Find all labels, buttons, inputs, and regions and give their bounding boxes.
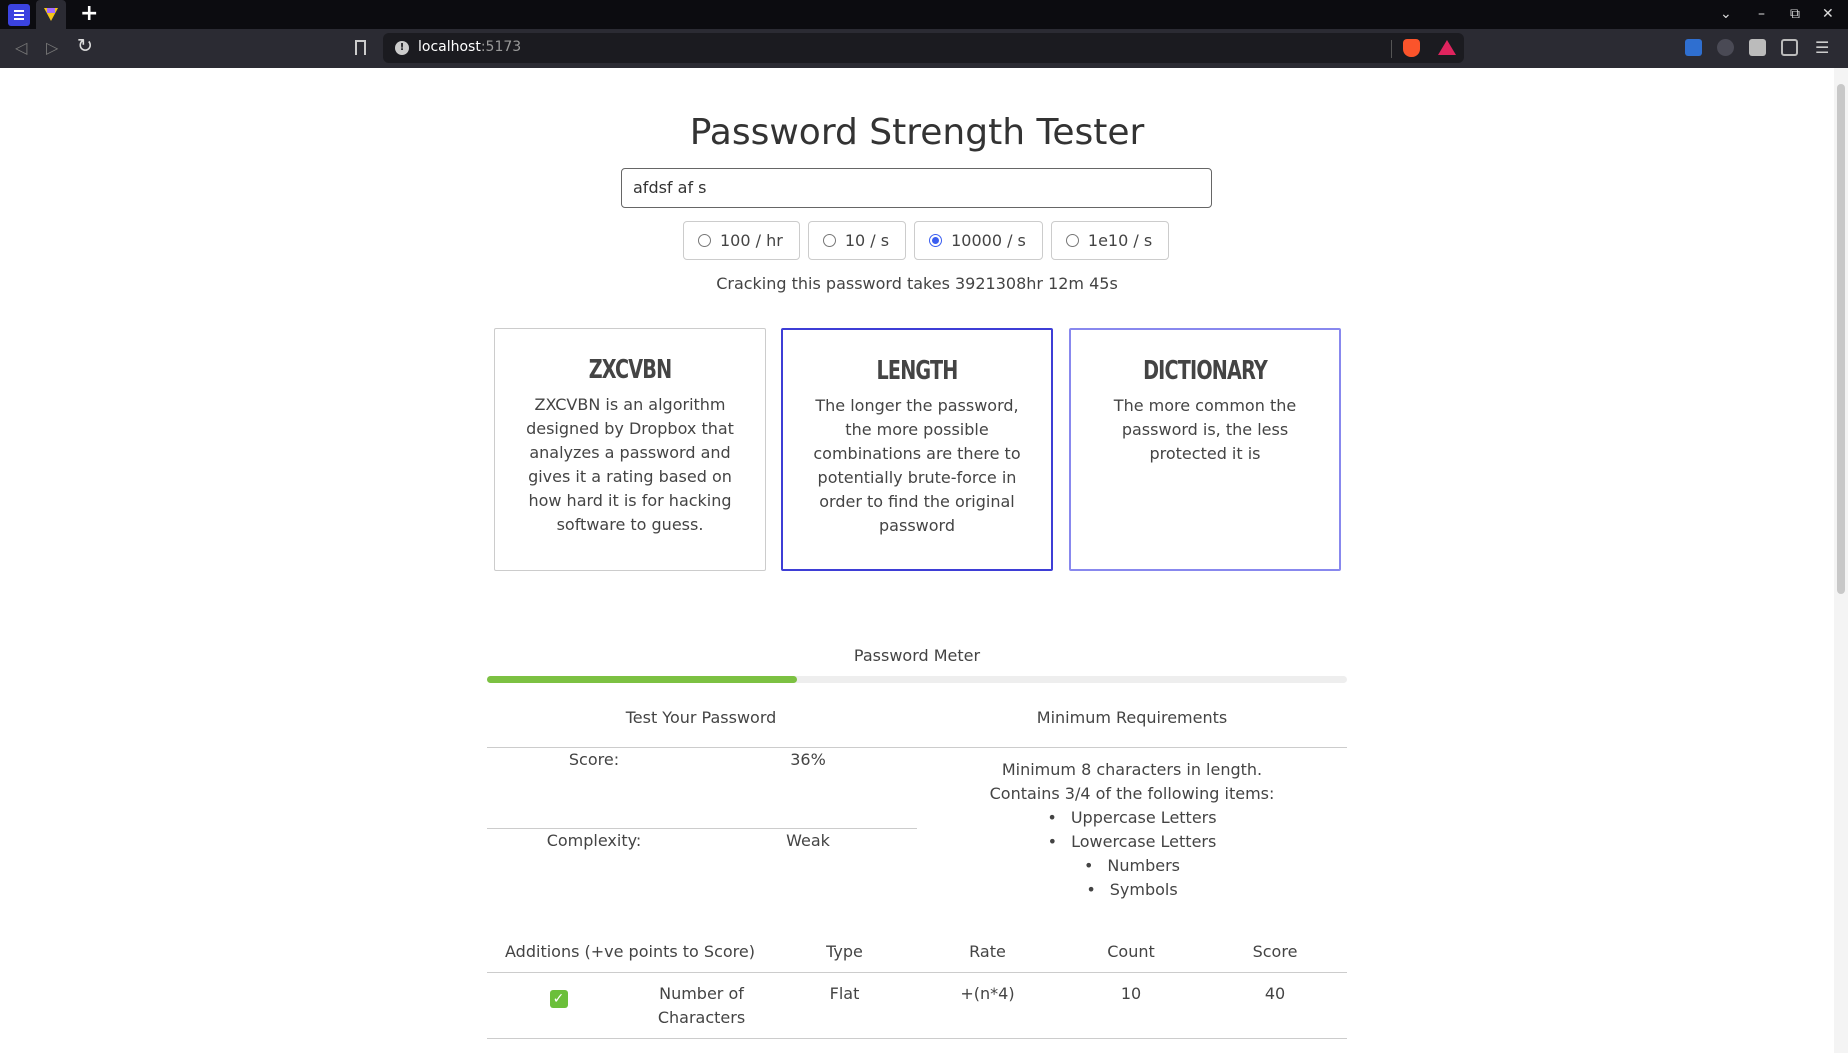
requirement-item: Numbers bbox=[917, 854, 1347, 878]
requirement-item: Symbols bbox=[917, 878, 1347, 902]
rate-options: 100 / hr 10 / s 10000 / s 1e10 / s bbox=[683, 221, 1170, 260]
card-zxcvbn[interactable]: ZXCVBN ZXCVBN is an algorithm designed b… bbox=[494, 328, 766, 571]
forward-icon[interactable]: ▷ bbox=[46, 37, 58, 59]
score-value: 36% bbox=[790, 750, 826, 769]
score-label: Score: bbox=[568, 750, 620, 769]
reload-icon[interactable]: ↻ bbox=[77, 35, 93, 57]
radio-button[interactable] bbox=[698, 234, 711, 247]
wallet-icon[interactable] bbox=[1781, 39, 1798, 56]
rate-label: 10 / s bbox=[844, 231, 890, 250]
rate-option-10000-s[interactable]: 10000 / s bbox=[914, 221, 1043, 260]
extension-folder-icon[interactable] bbox=[1685, 39, 1702, 56]
page-title: Password Strength Tester bbox=[689, 112, 1145, 153]
vite-icon bbox=[44, 8, 58, 21]
card-dictionary[interactable]: DICTIONARY The more common the password … bbox=[1069, 328, 1341, 571]
page-scrollbar[interactable] bbox=[1834, 68, 1848, 1053]
rate-option-100-hr[interactable]: 100 / hr bbox=[683, 221, 800, 260]
rate-option-1e10-s[interactable]: 1e10 / s bbox=[1050, 221, 1170, 260]
complexity-value: Weak bbox=[786, 831, 830, 850]
url-text: localhost:5173 bbox=[418, 39, 521, 55]
card-title: LENGTH bbox=[876, 356, 959, 386]
rate-label: 1e10 / s bbox=[1087, 231, 1153, 250]
page-content: Password Strength Tester afdsf af s 100 … bbox=[0, 68, 1848, 1053]
row-name: Number of Characters bbox=[657, 984, 746, 1027]
table-header-additions: Additions (+ve points to Score) bbox=[505, 942, 755, 961]
docs-tab-icon[interactable] bbox=[8, 4, 30, 26]
close-icon[interactable]: ✕ bbox=[1822, 5, 1834, 23]
active-tab[interactable] bbox=[36, 0, 66, 29]
radio-button[interactable] bbox=[1065, 234, 1079, 247]
rate-label: 100 / hr bbox=[720, 231, 783, 250]
menu-icon[interactable]: ☰ bbox=[1815, 39, 1832, 56]
minimize-icon[interactable]: – bbox=[1758, 5, 1765, 23]
url-port: :5173 bbox=[480, 39, 522, 55]
bookmark-icon[interactable] bbox=[355, 40, 366, 55]
divider bbox=[487, 1038, 1347, 1039]
requirement-item: Lowercase Letters bbox=[917, 830, 1347, 854]
radio-button-selected[interactable] bbox=[929, 234, 943, 247]
maximize-icon[interactable]: ⧉ bbox=[1790, 5, 1800, 23]
brave-shields-icon[interactable] bbox=[1403, 39, 1420, 57]
extensions-puzzle-icon[interactable] bbox=[1749, 39, 1766, 56]
divider bbox=[487, 747, 1347, 748]
card-length[interactable]: LENGTH The longer the password, the more… bbox=[781, 328, 1053, 571]
crack-time-text: Cracking this password takes 3921308hr 1… bbox=[716, 274, 1118, 293]
radio-button[interactable] bbox=[822, 234, 836, 247]
meter-fill bbox=[487, 676, 797, 683]
requirements-heading: Minimum Requirements bbox=[1036, 708, 1228, 727]
info-icon[interactable]: ! bbox=[395, 41, 409, 55]
requirement-line: Contains 3/4 of the following items: bbox=[989, 784, 1275, 803]
complexity-label: Complexity: bbox=[546, 831, 642, 850]
check-cell: ✓ bbox=[487, 986, 630, 1010]
rate-label: 10000 / s bbox=[951, 231, 1026, 250]
card-text: ZXCVBN is an algorithm designed by Dropb… bbox=[526, 395, 734, 534]
row-score: 40 bbox=[1264, 984, 1286, 1003]
password-meter bbox=[487, 676, 1347, 683]
address-bar[interactable]: ! localhost:5173 bbox=[383, 33, 1464, 63]
extension-glasses-icon[interactable] bbox=[1717, 39, 1734, 56]
tab-list-icon[interactable]: ⌄ bbox=[1720, 5, 1732, 23]
meter-label: Password Meter bbox=[853, 646, 981, 665]
browser-toolbar: ◁ ▷ ↻ ! localhost:5173 ☰ bbox=[0, 29, 1848, 68]
back-icon[interactable]: ◁ bbox=[15, 37, 27, 59]
check-icon: ✓ bbox=[549, 990, 568, 1008]
row-type: Flat bbox=[829, 984, 860, 1003]
row-rate: +(n*4) bbox=[960, 984, 1015, 1003]
card-text: The longer the password, the more possib… bbox=[813, 396, 1021, 535]
row-count: 10 bbox=[1120, 984, 1142, 1003]
divider bbox=[487, 828, 917, 829]
test-heading: Test Your Password bbox=[625, 708, 777, 727]
brave-rewards-icon[interactable] bbox=[1438, 40, 1456, 55]
requirement-line: Minimum 8 characters in length. bbox=[1001, 760, 1263, 779]
table-header-count: Count bbox=[1107, 942, 1155, 961]
card-title: ZXCVBN bbox=[588, 355, 672, 385]
table-header-score: Score bbox=[1252, 942, 1298, 961]
browser-tab-bar: + ⌄ – ⧉ ✕ bbox=[0, 0, 1848, 29]
requirements-list: Minimum 8 characters in length. Contains… bbox=[917, 758, 1347, 902]
card-title: DICTIONARY bbox=[1143, 356, 1268, 386]
url-host: localhost bbox=[418, 39, 481, 55]
divider bbox=[487, 972, 1347, 973]
card-text: The more common the password is, the les… bbox=[1113, 396, 1297, 463]
url-separator bbox=[1391, 40, 1392, 58]
requirement-item: Uppercase Letters bbox=[917, 806, 1347, 830]
scrollbar-thumb[interactable] bbox=[1837, 84, 1845, 594]
password-input[interactable]: afdsf af s bbox=[621, 168, 1212, 208]
rate-option-10-s[interactable]: 10 / s bbox=[807, 221, 907, 260]
new-tab-button[interactable]: + bbox=[80, 2, 98, 26]
table-header-rate: Rate bbox=[969, 942, 1006, 961]
table-header-type: Type bbox=[826, 942, 863, 961]
